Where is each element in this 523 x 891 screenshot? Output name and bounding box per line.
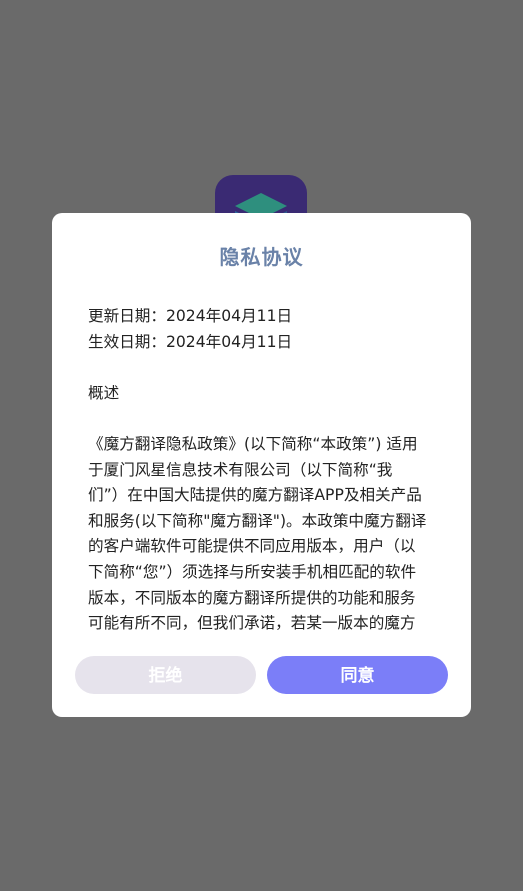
policy-line: 《魔方翻译隐私政策》(以下简称“本政策”) 适用 <box>88 434 418 453</box>
policy-line: 们”）在中国大陆提供的魔方翻译APP及相关产品 <box>88 486 422 505</box>
effective-date: 生效日期：2024年04月11日 <box>88 332 293 351</box>
agree-button[interactable]: 同意 <box>267 656 448 694</box>
policy-content[interactable]: 更新日期：2024年04月11日 生效日期：2024年04月11日 概述 《魔方… <box>88 304 438 631</box>
policy-line: 和服务(以下简称"魔方翻译")。本政策中魔方翻译 <box>88 511 427 530</box>
section-heading: 概述 <box>88 383 120 402</box>
policy-line: 的客户端软件可能提供不同应用版本，用户（以 <box>88 537 416 556</box>
update-date: 更新日期：2024年04月11日 <box>88 307 293 325</box>
policy-line: 版本，不同版本的魔方翻译所提供的功能和服务 <box>88 588 416 607</box>
privacy-dialog: 隐私协议 更新日期：2024年04月11日 生效日期：2024年04月11日 概… <box>52 213 471 717</box>
policy-line: 下简称“您”）须选择与所安装手机相匹配的软件 <box>88 562 417 581</box>
dialog-title: 隐私协议 <box>219 245 304 269</box>
reject-button[interactable]: 拒绝 <box>75 656 256 694</box>
policy-line: 于厦门风星信息技术有限公司（以下简称“我 <box>88 460 393 479</box>
policy-line: 可能有所不同，但我们承诺，若某一版本的魔方 <box>88 614 416 631</box>
